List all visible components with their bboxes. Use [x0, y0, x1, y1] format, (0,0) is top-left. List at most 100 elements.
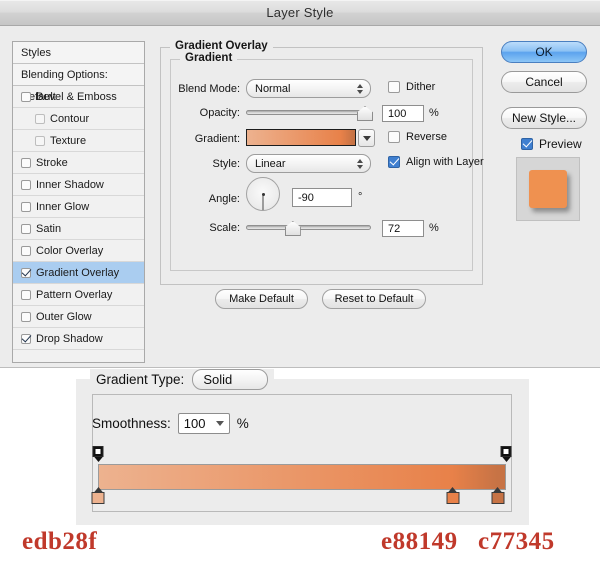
- sidebar-item-contour[interactable]: Contour: [13, 108, 144, 130]
- dialog-titlebar[interactable]: Layer Style: [0, 0, 600, 26]
- gradient-type-value: Solid: [203, 372, 233, 387]
- sidebar-item-label: Bevel & Emboss: [36, 90, 117, 103]
- sidebar-item-label: Inner Glow: [36, 200, 90, 213]
- sidebar-item-satin[interactable]: Satin: [13, 218, 144, 240]
- sidebar-item-label: Satin: [36, 222, 62, 235]
- dialog-actions: OK Cancel New Style... Preview: [497, 41, 589, 363]
- sidebar-item-pattern-overlay[interactable]: Pattern Overlay: [13, 284, 144, 306]
- blend-mode-select[interactable]: Normal: [246, 79, 371, 98]
- opacity-value: 100: [388, 107, 407, 120]
- gradient-overlay-group-title: Gradient Overlay: [170, 40, 273, 52]
- gradient-overlay-panel: Gradient Overlay Gradient Blend Mode: No…: [160, 40, 484, 363]
- sidebar-item-label: Outer Glow: [36, 310, 92, 323]
- style-label: Style:: [212, 158, 240, 170]
- styles-header[interactable]: Styles: [13, 42, 144, 64]
- make-default-button[interactable]: Make Default: [215, 289, 308, 309]
- chevron-updown-icon: [357, 158, 363, 169]
- sidebar-item-stroke[interactable]: Stroke: [13, 152, 144, 174]
- layer-style-dialog: Layer Style Styles Blending Options: Def…: [0, 0, 600, 368]
- hex-color-label: c77345: [478, 528, 555, 555]
- effect-checkbox[interactable]: [21, 333, 31, 344]
- smoothness-input[interactable]: 100: [177, 413, 230, 434]
- color-stop-marker[interactable]: [491, 487, 505, 504]
- opacity-unit: %: [429, 107, 439, 119]
- preview-checkbox-box: [521, 138, 533, 150]
- opacity-stop-marker[interactable]: [500, 446, 512, 463]
- effect-checkbox[interactable]: [21, 245, 31, 256]
- color-stop-marker[interactable]: [446, 487, 460, 504]
- angle-label: Angle:: [208, 193, 240, 205]
- effect-checkbox[interactable]: [21, 267, 31, 278]
- angle-value: -90: [298, 191, 314, 204]
- chevron-updown-icon: [357, 83, 363, 94]
- chevron-down-icon: [362, 135, 371, 141]
- scale-slider-thumb[interactable]: [284, 221, 301, 236]
- opacity-input[interactable]: 100: [382, 105, 424, 122]
- sidebar-item-label: Gradient Overlay: [36, 266, 120, 279]
- reset-to-default-button[interactable]: Reset to Default: [322, 289, 426, 309]
- gradient-type-label: Gradient Type:: [96, 372, 185, 387]
- angle-unit: °: [358, 191, 363, 203]
- effect-checkbox[interactable]: [21, 179, 31, 190]
- hex-color-labels: edb28f e88149 c77345: [0, 528, 600, 568]
- sidebar-item-label: Inner Shadow: [36, 178, 104, 191]
- gradient-strip[interactable]: [98, 464, 506, 490]
- opacity-slider[interactable]: [246, 104, 373, 121]
- sidebar-item-outer-glow[interactable]: Outer Glow: [13, 306, 144, 328]
- dialog-title: Layer Style: [266, 5, 334, 20]
- blending-options-item[interactable]: Blending Options: Default: [13, 64, 144, 103]
- effect-checkbox[interactable]: [21, 311, 31, 322]
- sidebar-item-inner-glow[interactable]: Inner Glow: [13, 196, 144, 218]
- gradient-dropdown-button[interactable]: [358, 129, 375, 147]
- scale-slider-track: [246, 225, 371, 230]
- new-style-button[interactable]: New Style...: [501, 107, 587, 129]
- opacity-slider-thumb[interactable]: [357, 106, 373, 121]
- ok-button[interactable]: OK: [501, 41, 587, 63]
- sidebar-item-drop-shadow[interactable]: Drop Shadow: [13, 328, 144, 350]
- smoothness-value: 100: [183, 416, 206, 431]
- reverse-checkbox-box: [388, 131, 400, 143]
- blend-mode-value: Normal: [255, 82, 291, 95]
- scale-input[interactable]: 72: [382, 220, 424, 237]
- scale-slider[interactable]: [246, 219, 371, 236]
- sidebar-item-inner-shadow[interactable]: Inner Shadow: [13, 174, 144, 196]
- smoothness-unit: %: [236, 416, 249, 431]
- angle-input[interactable]: -90: [292, 188, 352, 207]
- sidebar-item-color-overlay[interactable]: Color Overlay: [13, 240, 144, 262]
- sidebar-item-label: Pattern Overlay: [36, 288, 113, 301]
- effect-checkbox[interactable]: [21, 289, 31, 300]
- gradient-label: Gradient:: [194, 133, 240, 145]
- gradient-type-select[interactable]: Solid: [192, 369, 269, 390]
- effect-checkbox[interactable]: [35, 135, 45, 146]
- style-select[interactable]: Linear: [246, 154, 371, 173]
- align-with-layer-checkbox[interactable]: Align with Layer: [382, 156, 484, 168]
- angle-dial-needle: [262, 194, 264, 210]
- angle-dial-hub: [261, 192, 265, 196]
- chevron-down-icon: [215, 421, 224, 426]
- effect-checkbox[interactable]: [21, 157, 31, 168]
- angle-dial[interactable]: [246, 177, 280, 211]
- scale-label: Scale:: [209, 222, 240, 234]
- gradient-strip-editor[interactable]: [91, 446, 512, 504]
- align-with-layer-label: Align with Layer: [406, 156, 484, 168]
- reverse-checkbox[interactable]: Reverse: [382, 131, 447, 143]
- style-value: Linear: [255, 157, 286, 170]
- effect-checkbox[interactable]: [35, 113, 45, 124]
- gradient-subgroup-title: Gradient: [180, 52, 238, 64]
- smoothness-row: Smoothness: 100 %: [92, 413, 249, 434]
- blend-mode-label: Blend Mode:: [178, 83, 240, 95]
- dither-label: Dither: [406, 81, 436, 93]
- effect-checkbox[interactable]: [21, 223, 31, 234]
- gradient-preview-swatch[interactable]: [246, 129, 356, 146]
- color-stop-marker[interactable]: [91, 487, 105, 504]
- sidebar-item-texture[interactable]: Texture: [13, 130, 144, 152]
- opacity-stop-marker[interactable]: [92, 446, 104, 463]
- hex-color-label: edb28f: [22, 528, 98, 555]
- sidebar-item-gradient-overlay[interactable]: Gradient Overlay: [13, 262, 144, 284]
- preview-label: Preview: [539, 137, 582, 151]
- effect-checkbox[interactable]: [21, 91, 31, 102]
- preview-checkbox[interactable]: Preview: [515, 137, 582, 151]
- dither-checkbox[interactable]: Dither: [382, 81, 435, 93]
- cancel-button[interactable]: Cancel: [501, 71, 587, 93]
- effect-checkbox[interactable]: [21, 201, 31, 212]
